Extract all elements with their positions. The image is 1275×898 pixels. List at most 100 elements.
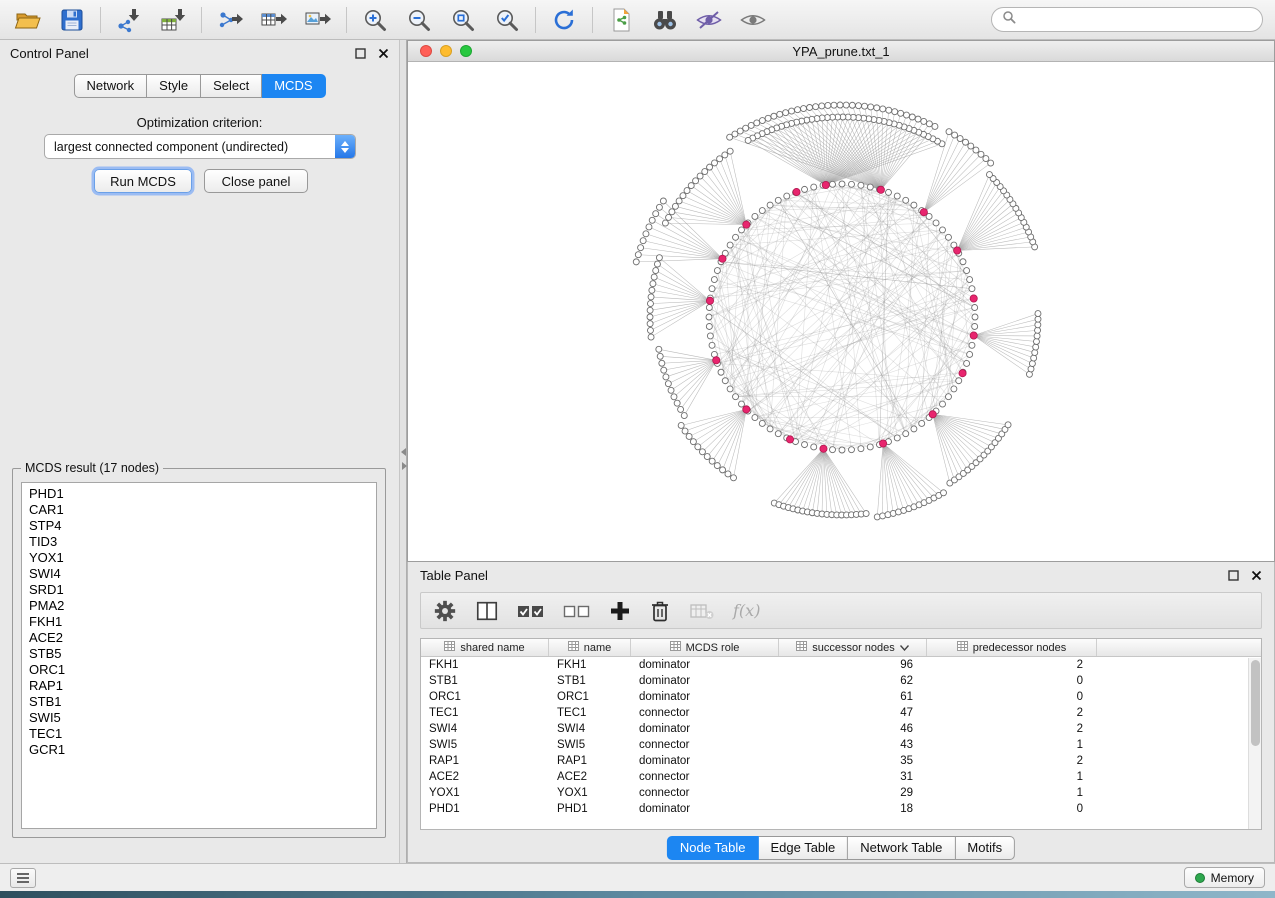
table-cell: dominator [631,673,779,689]
float-panel-icon[interactable] [355,48,366,59]
export-table-button[interactable] [258,5,290,35]
refresh-view-button[interactable] [548,5,580,35]
export-image-button[interactable] [302,5,334,35]
import-table-button[interactable] [157,5,189,35]
mcds-result-item[interactable]: PMA2 [29,598,376,614]
tab-edge-table[interactable]: Edge Table [758,836,848,860]
show-columns-button[interactable] [475,599,499,623]
mcds-result-item[interactable]: PHD1 [29,486,376,502]
mcds-result-item[interactable]: CAR1 [29,502,376,518]
search-input[interactable] [1022,13,1252,27]
share-document-button[interactable] [605,5,637,35]
column-header-successor-nodes[interactable]: successor nodes [779,639,927,656]
zoom-fit-button[interactable] [447,5,479,35]
show-details-button[interactable] [737,5,769,35]
table-cell: 1 [927,737,1097,753]
mcds-result-item[interactable]: STP4 [29,518,376,534]
table-row[interactable]: YOX1YOX1connector291 [421,785,1261,801]
table-row[interactable]: PHD1PHD1dominator180 [421,801,1261,817]
maximize-window-icon[interactable] [460,45,472,57]
hide-details-button[interactable] [693,5,725,35]
search-network-button[interactable] [649,5,681,35]
float-table-panel-icon[interactable] [1228,570,1239,581]
table-row[interactable]: TEC1TEC1connector472 [421,705,1261,721]
mcds-result-item[interactable]: SWI5 [29,710,376,726]
tab-mcds[interactable]: MCDS [262,74,325,98]
deselect-all-columns-button[interactable] [563,599,591,623]
criterion-value: largest connected component (undirected) [45,140,335,154]
column-header-name[interactable]: name [549,639,631,656]
table-cell: 0 [927,673,1097,689]
table-header-row: shared namenameMCDS rolesuccessor nodesp… [421,639,1261,657]
column-header-MCDS-role[interactable]: MCDS role [631,639,779,656]
table-cell: SWI4 [421,721,549,737]
network-titlebar[interactable]: YPA_prune.txt_1 [408,41,1274,62]
mcds-result-item[interactable]: TEC1 [29,726,376,742]
close-table-panel-icon[interactable] [1251,570,1262,581]
mcds-result-item[interactable]: YOX1 [29,550,376,566]
table-grid-icon [568,641,579,654]
save-session-button[interactable] [56,5,88,35]
criterion-dropdown[interactable]: largest connected component (undirected) [44,134,356,159]
open-file-button[interactable] [12,5,44,35]
tab-network-table[interactable]: Network Table [848,836,955,860]
minimize-window-icon[interactable] [440,45,452,57]
optimization-criterion-label: Optimization criterion: [0,115,399,130]
add-column-button[interactable] [609,600,631,622]
zoom-selected-button[interactable] [491,5,523,35]
table-row[interactable]: STB1STB1dominator620 [421,673,1261,689]
close-window-icon[interactable] [420,45,432,57]
eye-icon [739,7,767,33]
mcds-result-item[interactable]: ORC1 [29,662,376,678]
mcds-result-item[interactable]: TID3 [29,534,376,550]
mcds-result-item[interactable]: SWI4 [29,566,376,582]
node-table: shared namenameMCDS rolesuccessor nodesp… [420,638,1262,830]
table-cell: 2 [927,753,1097,769]
table-cell: TEC1 [549,705,631,721]
mcds-result-item[interactable]: STB1 [29,694,376,710]
zoom-in-button[interactable] [359,5,391,35]
tab-network[interactable]: Network [73,74,147,98]
status-menu-button[interactable] [10,868,36,888]
table-cell: 46 [779,721,927,737]
close-panel-icon[interactable] [378,48,389,59]
table-row[interactable]: RAP1RAP1dominator352 [421,753,1261,769]
table-row[interactable]: ORC1ORC1dominator610 [421,689,1261,705]
tab-node-table[interactable]: Node Table [667,836,759,860]
scrollbar-thumb[interactable] [1251,660,1260,746]
refresh-icon [551,7,577,33]
table-cell: 62 [779,673,927,689]
search-box[interactable] [991,7,1263,32]
table-row[interactable]: SWI5SWI5connector431 [421,737,1261,753]
network-graph[interactable] [408,62,1274,561]
mcds-result-item[interactable]: STB5 [29,646,376,662]
memory-button[interactable]: Memory [1184,867,1265,888]
mcds-result-item[interactable]: RAP1 [29,678,376,694]
mcds-result-item[interactable]: SRD1 [29,582,376,598]
table-cell: ORC1 [549,689,631,705]
import-network-button[interactable] [113,5,145,35]
column-header-predecessor-nodes[interactable]: predecessor nodes [927,639,1097,656]
table-settings-button[interactable] [433,599,457,623]
column-header-shared-name[interactable]: shared name [421,639,549,656]
select-all-columns-button[interactable] [517,599,545,623]
close-panel-button[interactable]: Close panel [204,169,308,193]
vertical-splitter[interactable] [399,40,407,863]
mcds-result-item[interactable]: FKH1 [29,614,376,630]
network-canvas[interactable] [408,62,1274,561]
tab-select[interactable]: Select [201,74,262,98]
tab-motifs[interactable]: Motifs [955,836,1015,860]
tab-style[interactable]: Style [147,74,201,98]
function-builder-icon[interactable]: f(x) [733,601,760,620]
mcds-result-item[interactable]: GCR1 [29,742,376,758]
run-mcds-button[interactable]: Run MCDS [94,169,192,193]
delete-column-button[interactable] [649,599,671,623]
zoom-out-button[interactable] [403,5,435,35]
mcds-result-item[interactable]: ACE2 [29,630,376,646]
table-scrollbar[interactable] [1248,658,1261,829]
table-row[interactable]: FKH1FKH1dominator962 [421,657,1261,673]
table-row[interactable]: SWI4SWI4dominator462 [421,721,1261,737]
table-row[interactable]: ACE2ACE2connector311 [421,769,1261,785]
collapse-left-icon[interactable] [401,448,406,456]
export-network-button[interactable] [214,5,246,35]
